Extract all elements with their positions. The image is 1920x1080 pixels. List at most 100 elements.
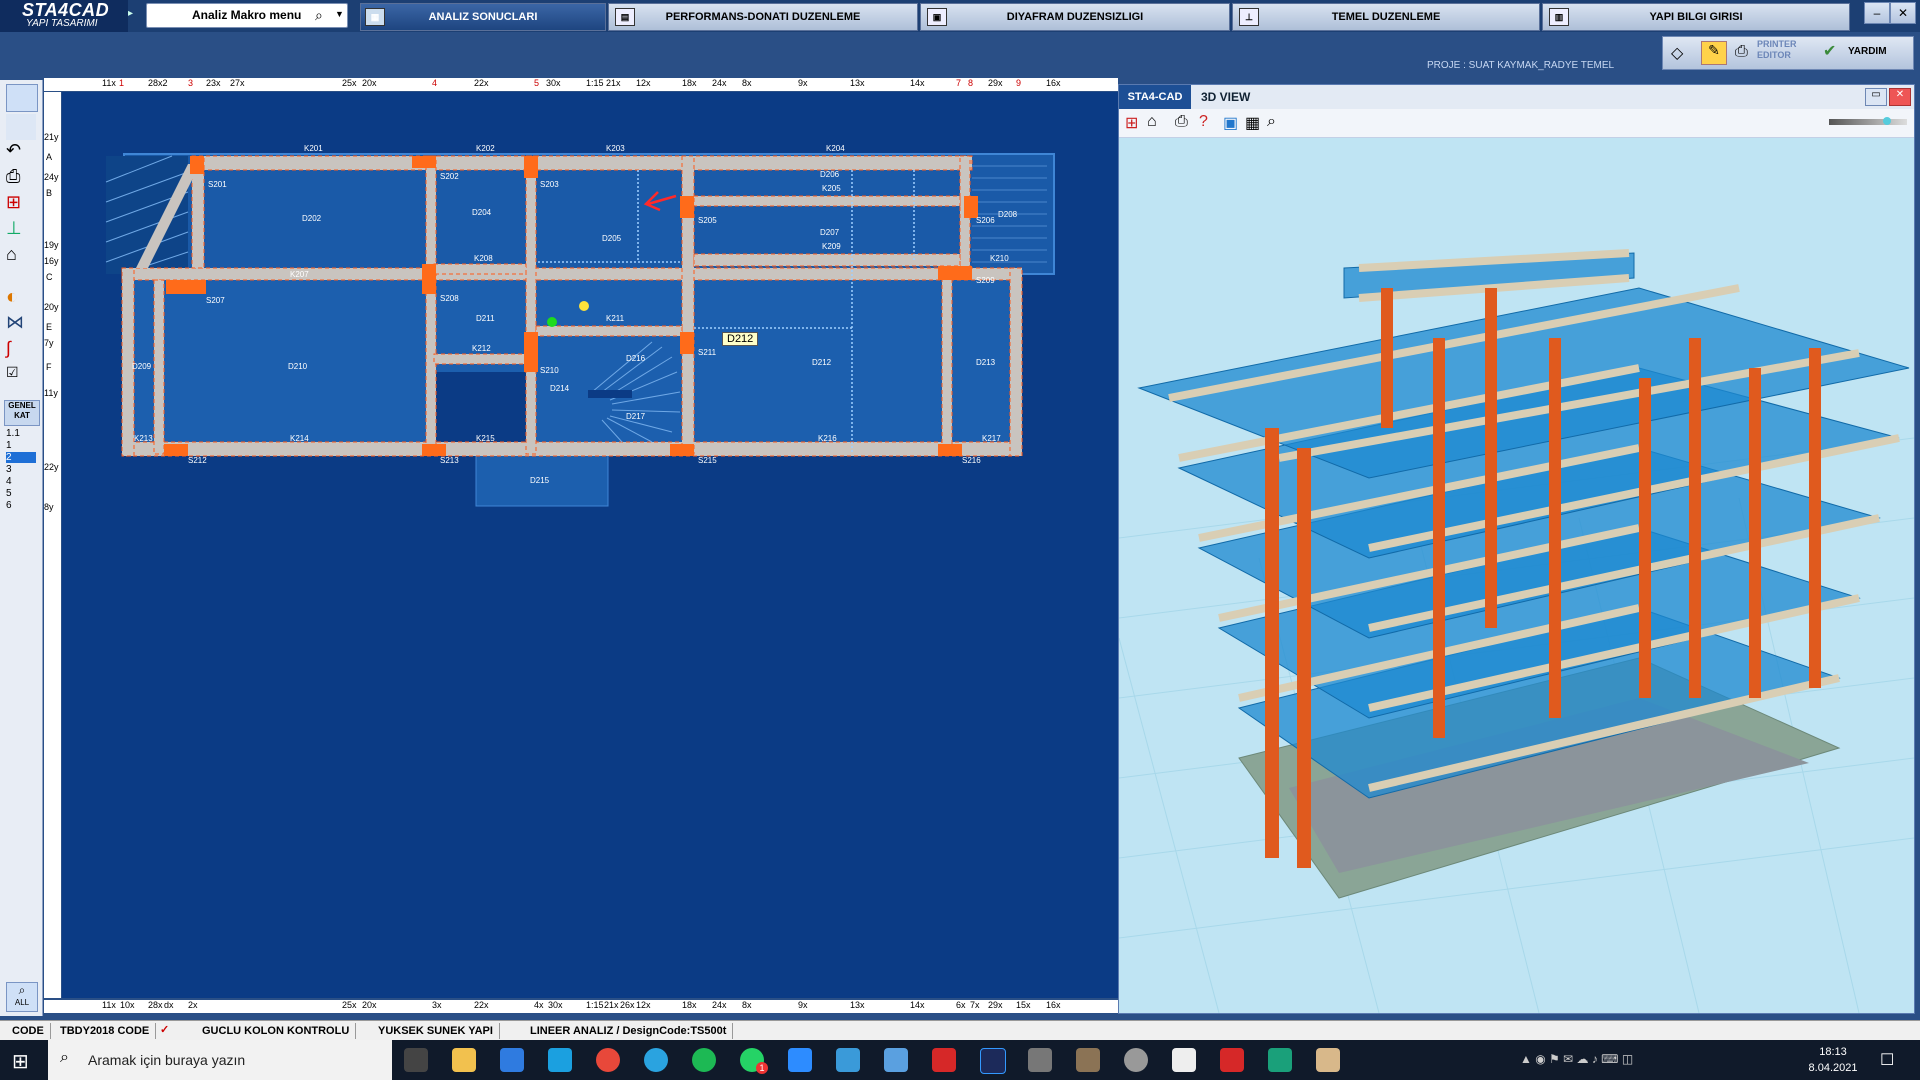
axis-icon[interactable]: ⊞ <box>1125 113 1138 133</box>
search-icon[interactable]: ⌕ <box>315 7 323 24</box>
telegram-icon[interactable] <box>644 1048 668 1072</box>
undo-icon[interactable]: ↶ <box>6 140 36 166</box>
notification-icon[interactable]: ☐ <box>1880 1050 1894 1070</box>
status-code: CODE <box>6 1023 51 1039</box>
folder-icon[interactable] <box>452 1048 476 1072</box>
map-app-icon[interactable] <box>1268 1048 1292 1072</box>
ruler-tick: 30x <box>546 78 561 88</box>
floor-plan-drawing[interactable] <box>62 92 1118 998</box>
axis-icon[interactable]: ⊥ <box>6 218 36 244</box>
floor-item[interactable]: 6 <box>6 500 12 511</box>
open-file-icon[interactable] <box>6 84 38 112</box>
ie-icon[interactable] <box>500 1048 524 1072</box>
draw-icon[interactable]: ✎ <box>1701 41 1727 65</box>
view3d-title: 3D VIEW <box>1201 90 1251 104</box>
taskbar-clock[interactable]: 18:13 8.04.2021 <box>1798 1044 1868 1076</box>
printer-editor-button[interactable]: PRINTER EDITOR <box>1757 39 1797 61</box>
ruler-tick: 26x <box>620 1000 635 1010</box>
beam-label: K209 <box>822 242 841 251</box>
close-button[interactable]: ✕ <box>1889 88 1911 106</box>
ruler-tick: 24x <box>712 1000 727 1010</box>
floor-item[interactable]: 4 <box>6 476 12 487</box>
task-view-icon[interactable] <box>404 1048 428 1072</box>
pie-icon[interactable]: ◐ <box>6 286 36 312</box>
tray-icons[interactable]: ▲ ◉ ⚑ ✉ ☁ ♪ ⌨ ◫ <box>1520 1052 1633 1066</box>
printer-app-icon[interactable] <box>1028 1048 1052 1072</box>
calculator-icon[interactable] <box>1076 1048 1100 1072</box>
ruler-tick: 29x <box>988 78 1003 88</box>
ruler-tick: 1:15 <box>586 1000 604 1010</box>
beam-label: K210 <box>990 254 1009 263</box>
home-icon[interactable]: ⌂ <box>1147 113 1157 131</box>
ruler-tick: 21x <box>604 1000 619 1010</box>
print-icon[interactable]: ⎙ <box>1175 113 1188 131</box>
view3d-tab[interactable]: STA4-CAD <box>1119 85 1191 109</box>
minimize-button[interactable]: – <box>1864 2 1890 24</box>
package-app-icon[interactable] <box>1316 1048 1340 1072</box>
beam-label: K216 <box>818 434 837 443</box>
ruler-tick: 8y <box>44 502 54 512</box>
printer-icon[interactable]: ⎙ <box>1735 43 1748 61</box>
slab-lower[interactable] <box>122 268 1022 454</box>
search-icon: ⌕ <box>18 983 26 997</box>
diamond-icon[interactable]: ◇ <box>1671 43 1683 63</box>
all-button[interactable]: ⌕ ALL <box>6 982 38 1012</box>
ruler-tick: 7y <box>44 338 54 348</box>
column-label: S216 <box>962 456 981 465</box>
genel-kat-button[interactable]: GENEL KAT <box>4 400 40 426</box>
m-app-icon[interactable] <box>1172 1048 1196 1072</box>
taskbar-search[interactable]: ⌕ Aramak için buraya yazın <box>48 1040 392 1080</box>
grid-icon[interactable]: ▦ <box>1245 113 1260 133</box>
help-button[interactable]: YARDIM <box>1848 46 1887 57</box>
sta4cad-icon[interactable] <box>884 1048 908 1072</box>
tab-yapi-bilgi[interactable]: ▥ YAPI BILGI GIRISI <box>1542 3 1850 31</box>
checkbox-icon[interactable]: ☑ <box>6 364 36 390</box>
pdf-icon[interactable] <box>1220 1048 1244 1072</box>
building-3d-model[interactable] <box>1119 138 1914 1013</box>
ruler-tick: 27x <box>230 78 245 88</box>
select-icon[interactable]: ▣ <box>1223 113 1238 133</box>
ruler-tick: 30x <box>548 1000 563 1010</box>
ruler-tick: 25x <box>342 78 357 88</box>
floor-item-selected[interactable]: 2 <box>6 452 36 463</box>
maximize-button[interactable]: ▭ <box>1865 88 1887 106</box>
chrome-icon[interactable] <box>596 1048 620 1072</box>
search-placeholder: Aramak için buraya yazın <box>88 1052 246 1068</box>
curve-icon[interactable]: ∫ <box>6 338 36 364</box>
photoshop-icon[interactable] <box>980 1048 1006 1074</box>
zoom-slider[interactable] <box>1829 119 1907 125</box>
print-icon[interactable]: ⎙ <box>6 166 36 192</box>
document-icon[interactable] <box>6 114 36 140</box>
close-button[interactable]: ✕ <box>1890 2 1916 24</box>
tab-analiz-sonuclari[interactable]: ▦ ANALIZ SONUCLARI <box>360 3 606 31</box>
slab-label: D209 <box>132 362 152 371</box>
ruler-left: 21y A 24y B 19y 16y C 20y E 7y F 11y 22y… <box>44 92 61 998</box>
beam-icon[interactable]: ⋈ <box>6 312 36 338</box>
tab-temel-duzenleme[interactable]: ⊥ TEMEL DUZENLEME <box>1232 3 1540 31</box>
plan-canvas[interactable]: K201 K202 K203 K204 K205 K207 K208 K209 … <box>62 92 1118 998</box>
view3d-canvas[interactable] <box>1119 138 1914 1013</box>
floor-item[interactable]: 5 <box>6 488 12 499</box>
tab-diyafram[interactable]: ▣ DIYAFRAM DUZENSIZLIGI <box>920 3 1230 31</box>
chevron-right-icon[interactable]: ▸ <box>128 8 133 19</box>
slider-thumb[interactable] <box>1883 117 1891 125</box>
chevron-down-icon[interactable]: ▼ <box>335 9 344 19</box>
ruler-tick: F <box>46 362 52 372</box>
macro-menu-combo[interactable]: Analiz Makro menu ⌕ ▼ <box>146 3 348 28</box>
autocad-icon[interactable] <box>932 1048 956 1072</box>
yellow-marker <box>579 301 589 311</box>
floor-item[interactable]: 3 <box>6 464 12 475</box>
help-icon[interactable]: ? <box>1199 113 1208 131</box>
tab-performans-donati[interactable]: ▤ PERFORMANS-DONATI DUZENLEME <box>608 3 918 31</box>
sphere-app-icon[interactable] <box>1124 1048 1148 1072</box>
spotify-icon[interactable] <box>692 1048 716 1072</box>
floor-item[interactable]: 1.1 <box>6 428 20 439</box>
edge-icon[interactable] <box>548 1048 572 1072</box>
house-icon[interactable]: ⌂ <box>6 244 36 270</box>
frame-icon[interactable]: ⊞ <box>6 192 36 218</box>
zoom-app-icon[interactable] <box>788 1048 812 1072</box>
building-app-icon[interactable] <box>836 1048 860 1072</box>
windows-start-icon[interactable]: ⊞ <box>12 1049 29 1074</box>
floor-item[interactable]: 1 <box>6 440 12 451</box>
zoom-icon[interactable]: ⌕ <box>1267 113 1276 131</box>
